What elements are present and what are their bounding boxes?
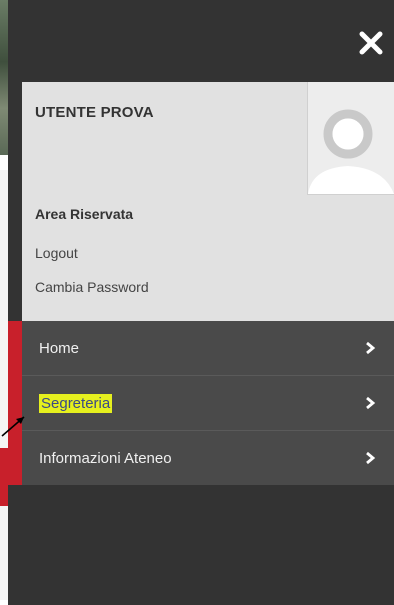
menu-header xyxy=(8,0,394,82)
close-button[interactable] xyxy=(358,30,384,56)
chevron-right-icon xyxy=(366,451,376,465)
nav-item-label: Home xyxy=(39,339,80,357)
user-panel: UTENTE PROVA Area Riservata Logout Cambi… xyxy=(22,82,394,321)
user-name: UTENTE PROVA xyxy=(35,104,154,121)
user-avatar-icon xyxy=(308,109,394,194)
avatar xyxy=(307,82,394,195)
chevron-right-icon xyxy=(366,341,376,355)
main-nav: Home Segreteria Informazioni Ateneo xyxy=(8,321,394,485)
nav-item-label: Informazioni Ateneo xyxy=(39,449,172,467)
nav-item-label: Segreteria xyxy=(39,393,113,413)
app-screen: UTENTE PROVA Area Riservata Logout Cambi… xyxy=(0,0,394,605)
chevron-right-icon xyxy=(366,396,376,410)
close-icon xyxy=(359,31,383,55)
logout-link[interactable]: Logout xyxy=(35,245,78,261)
nav-item-informazioni-ateneo[interactable]: Informazioni Ateneo xyxy=(22,431,394,485)
nav-item-home[interactable]: Home xyxy=(22,321,394,376)
area-riservata-title: Area Riservata xyxy=(35,206,134,222)
nav-item-segreteria[interactable]: Segreteria xyxy=(22,376,394,431)
change-password-link[interactable]: Cambia Password xyxy=(35,279,149,295)
side-menu: UTENTE PROVA Area Riservata Logout Cambi… xyxy=(8,0,394,605)
